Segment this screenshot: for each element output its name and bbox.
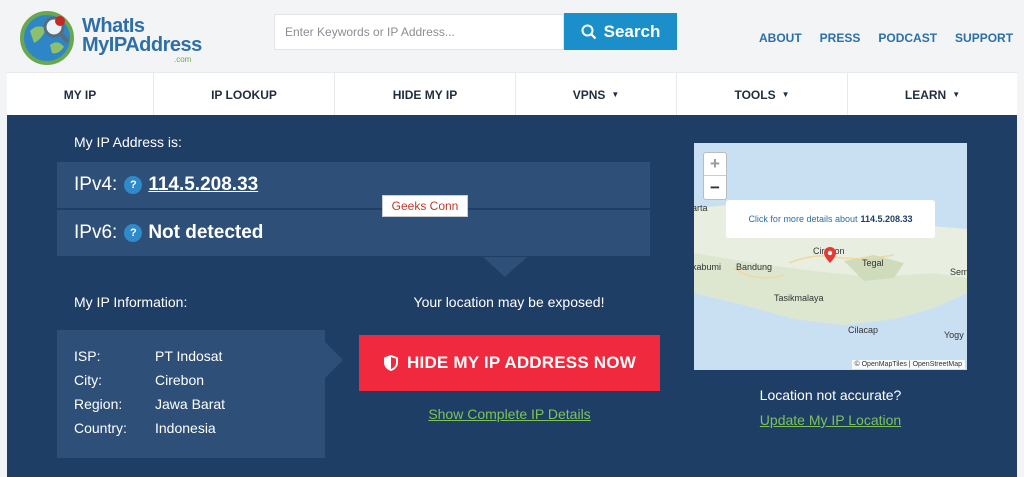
map-popup[interactable]: Click for more details about 114.5.208.3… bbox=[726, 200, 935, 238]
map-label: Cilacap bbox=[848, 325, 879, 335]
map-popup-ip: 114.5.208.33 bbox=[860, 214, 913, 224]
site-logo[interactable]: WhatIs MyIPAddress .com bbox=[20, 7, 202, 65]
info-key: Region: bbox=[74, 396, 123, 412]
map-label: Sem bbox=[950, 267, 967, 277]
search-icon bbox=[581, 24, 596, 39]
search-button-label: Search bbox=[603, 21, 661, 41]
info-value: Jawa Barat bbox=[155, 396, 226, 412]
search-button[interactable]: Search bbox=[564, 13, 677, 50]
header: WhatIs MyIPAddress .com Search ABOUT PRE… bbox=[0, 0, 1024, 72]
nav-my-ip[interactable]: MY IP bbox=[7, 73, 154, 116]
map-label: Tasikmalaya bbox=[774, 293, 824, 303]
zoom-in-button[interactable]: + bbox=[704, 153, 726, 176]
ipv4-label: IPv4: bbox=[74, 174, 118, 195]
link-press[interactable]: PRESS bbox=[820, 31, 861, 45]
info-key: ISP: bbox=[74, 348, 101, 364]
pointer-arrow bbox=[483, 257, 527, 277]
info-value: Cirebon bbox=[155, 372, 205, 388]
map-attribution[interactable]: © OpenMapTiles | OpenStreetMap bbox=[851, 360, 965, 369]
map-pin-icon[interactable] bbox=[824, 247, 836, 263]
info-key: Country: bbox=[74, 420, 127, 436]
ip-panel: My IP Address is: IPv4: ? 114.5.208.33 I… bbox=[7, 115, 1017, 477]
help-icon[interactable]: ? bbox=[124, 224, 143, 242]
nav-learn[interactable]: LEARN ▼ bbox=[848, 73, 1017, 116]
info-value: Indonesia bbox=[155, 420, 216, 436]
ip-heading: My IP Address is: bbox=[74, 134, 182, 150]
nav-label: MY IP bbox=[63, 87, 97, 102]
map-popup-text: Click for more details about bbox=[748, 214, 858, 224]
ipv6-value: Not detected bbox=[148, 222, 264, 243]
location-map[interactable]: arta kabumi Bandung Cirebon Tegal Sem Ta… bbox=[694, 143, 967, 370]
ip-info-box: ISP: PT Indosat City: Cirebon Region: Ja… bbox=[57, 330, 325, 458]
ipv6-row: IPv6: ? Not detected bbox=[57, 210, 650, 256]
map-label: kabumi bbox=[694, 262, 722, 272]
info-heading: My IP Information: bbox=[74, 294, 188, 310]
top-links: ABOUT PRESS PODCAST SUPPORT bbox=[759, 31, 1024, 45]
map-label: arta bbox=[694, 203, 708, 213]
info-value: PT Indosat bbox=[155, 348, 223, 364]
exposed-warning: Your location may be exposed! bbox=[413, 294, 605, 310]
search-input[interactable] bbox=[274, 14, 564, 50]
nav-label: TOOLS bbox=[734, 87, 776, 102]
shield-icon bbox=[384, 355, 399, 371]
hide-my-ip-button[interactable]: HIDE MY IP ADDRESS NOW bbox=[359, 335, 660, 391]
nav-label: IP LOOKUP bbox=[211, 87, 277, 102]
info-arrow bbox=[325, 342, 343, 378]
map-label: Yogy bbox=[944, 330, 964, 340]
caret-down-icon: ▼ bbox=[952, 90, 961, 99]
link-podcast[interactable]: PODCAST bbox=[878, 31, 937, 45]
nav-ip-lookup[interactable]: IP LOOKUP bbox=[154, 73, 335, 116]
map-zoom-controls: + − bbox=[703, 152, 727, 200]
info-key: City: bbox=[74, 372, 102, 388]
help-icon[interactable]: ? bbox=[124, 176, 143, 194]
caret-down-icon: ▼ bbox=[781, 90, 790, 99]
tooltip-watermark: Geeks Conn bbox=[382, 195, 468, 217]
nav-hide-my-ip[interactable]: HIDE MY IP bbox=[335, 73, 516, 116]
nav-label: HIDE MY IP bbox=[392, 87, 458, 102]
logo-text-line2: MyIPAddress bbox=[82, 34, 202, 56]
update-location-link[interactable]: Update My IP Location bbox=[694, 412, 967, 428]
link-about[interactable]: ABOUT bbox=[759, 31, 802, 45]
map-label: Tegal bbox=[862, 258, 884, 268]
zoom-out-button[interactable]: − bbox=[704, 176, 726, 199]
show-details-link[interactable]: Show Complete IP Details bbox=[359, 406, 660, 422]
ipv6-label: IPv6: bbox=[74, 222, 118, 243]
hide-button-label: HIDE MY IP ADDRESS NOW bbox=[407, 353, 636, 372]
link-support[interactable]: SUPPORT bbox=[955, 31, 1013, 45]
globe-logo-icon bbox=[20, 11, 74, 65]
location-question: Location not accurate? bbox=[759, 387, 902, 403]
nav-vpns[interactable]: VPNS ▼ bbox=[516, 73, 677, 116]
ipv4-value[interactable]: 114.5.208.33 bbox=[148, 174, 258, 196]
ipv4-row: IPv4: ? 114.5.208.33 bbox=[57, 162, 650, 208]
caret-down-icon: ▼ bbox=[611, 90, 620, 99]
main-nav: MY IP IP LOOKUP HIDE MY IP VPNS ▼ TOOLS ▼ … bbox=[7, 72, 1017, 116]
logo-text-suffix: .com bbox=[174, 55, 192, 64]
nav-label: LEARN bbox=[904, 87, 947, 102]
nav-tools[interactable]: TOOLS ▼ bbox=[677, 73, 848, 116]
map-label: Bandung bbox=[736, 262, 773, 272]
nav-label: VPNS bbox=[572, 87, 606, 102]
